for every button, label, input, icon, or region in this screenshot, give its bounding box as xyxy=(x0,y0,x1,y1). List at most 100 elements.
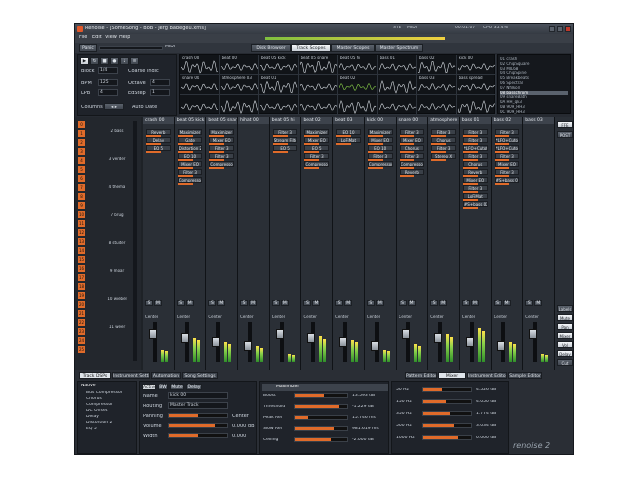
sequence-slot-number[interactable]: 4 xyxy=(78,157,85,164)
mute-icon[interactable]: M xyxy=(249,300,258,306)
mute-icon[interactable]: M xyxy=(375,300,384,306)
editor-tab[interactable]: Mixer xyxy=(438,372,466,379)
eq-band-slider[interactable] xyxy=(422,411,472,416)
track-header[interactable]: bass 02 xyxy=(491,117,523,124)
scope-cell[interactable]: beat 05 snare xyxy=(298,55,338,75)
volume-fader-knob[interactable] xyxy=(212,337,221,347)
track-header[interactable]: beat 03 xyxy=(333,117,364,124)
sequence-slot-number[interactable]: 25 xyxy=(78,346,85,353)
solo-icon[interactable]: S xyxy=(303,300,312,306)
disk-browser-button[interactable]: Disk Browser xyxy=(251,44,291,52)
sequence-slot-number[interactable]: 15 xyxy=(78,256,85,263)
sequence-slot-number[interactable]: 18 xyxy=(78,283,85,290)
dsp-device-item[interactable]: Delay xyxy=(86,415,99,420)
record-icon[interactable]: ● xyxy=(110,57,119,65)
mixer-option-button[interactable]: Mute xyxy=(557,314,573,321)
mixer-option-button[interactable]: Labels xyxy=(557,305,573,312)
volume-fader-knob[interactable] xyxy=(148,329,157,339)
sequence-pattern-label[interactable]: 4 thema xyxy=(103,185,131,189)
track-header[interactable]: beat 05 hi xyxy=(269,117,301,124)
solo-icon[interactable]: S xyxy=(271,300,280,306)
lower-frame-tab[interactable]: Instrument Settings xyxy=(112,372,150,379)
volume-fader-knob[interactable] xyxy=(402,329,411,339)
maximizer-param-slider[interactable] xyxy=(294,437,348,442)
mixer-option-button[interactable]: Vol xyxy=(557,341,573,348)
scope-cell[interactable]: beat 02 xyxy=(338,75,378,95)
scope-cell[interactable]: bass 02 xyxy=(417,55,457,75)
sequence-slot-number[interactable]: 17 xyxy=(78,274,85,281)
mute-icon[interactable]: M xyxy=(439,300,448,306)
sequence-pattern-label[interactable]: 11 weer xyxy=(103,325,131,329)
lower-frame-tab[interactable]: Automation xyxy=(151,372,181,379)
mute-icon[interactable]: M xyxy=(534,300,543,306)
sequence-slot-number[interactable]: 7 xyxy=(78,184,85,191)
master-scopes-button[interactable]: Master Scopes xyxy=(331,44,375,52)
track-header[interactable]: crash 00 xyxy=(143,117,174,124)
scope-cell[interactable] xyxy=(259,95,299,115)
mute-toggle[interactable]: Mute xyxy=(170,384,184,390)
scope-cell[interactable]: bass 01 xyxy=(377,55,417,75)
volume-fader-knob[interactable] xyxy=(370,341,379,351)
sequence-slot-number[interactable]: 12 xyxy=(78,229,85,236)
track-name-field[interactable]: kick 00 xyxy=(168,392,228,399)
menu-edit[interactable]: Edit xyxy=(92,35,102,40)
sequence-slot-number[interactable]: 16 xyxy=(78,265,85,272)
mixer-option-button[interactable]: Delay xyxy=(557,350,573,357)
mixer-option-button[interactable]: Pan xyxy=(557,323,573,330)
volume-fader-knob[interactable] xyxy=(180,333,189,343)
sequence-pattern-label[interactable]: 8 stuiter xyxy=(103,241,131,245)
scope-cell[interactable] xyxy=(377,75,417,95)
scope-cell[interactable] xyxy=(417,95,457,115)
scope-cell[interactable]: bass spread xyxy=(456,75,496,95)
solo-icon[interactable]: S xyxy=(398,300,407,306)
solo-icon[interactable]: S xyxy=(525,300,534,306)
sequencer-scrollbar[interactable] xyxy=(133,121,137,361)
menu-file[interactable]: File xyxy=(79,35,87,40)
mute-icon[interactable]: M xyxy=(470,300,479,306)
eq-band-slider[interactable] xyxy=(422,435,472,440)
mute-icon[interactable]: M xyxy=(217,300,226,306)
sequence-slot-number[interactable]: 22 xyxy=(78,319,85,326)
scope-cell[interactable]: beat 05 hi xyxy=(338,55,378,75)
scope-cell[interactable]: atmosphere 03 xyxy=(219,75,259,95)
eq-band-slider[interactable] xyxy=(422,423,472,428)
sequence-slot-number[interactable]: 14 xyxy=(78,247,85,254)
bw-toggle[interactable]: BW xyxy=(158,384,168,390)
sequence-slot-number[interactable]: 5 xyxy=(78,166,85,173)
mixer-option-button[interactable]: Mixer xyxy=(557,332,573,339)
track-header[interactable]: beat 02 xyxy=(301,117,333,124)
mute-icon[interactable]: M xyxy=(154,300,162,306)
menu-view[interactable]: View xyxy=(105,35,117,40)
volume-fader-knob[interactable] xyxy=(497,341,506,351)
maximizer-param-slider[interactable] xyxy=(294,426,348,431)
panning-slider[interactable] xyxy=(168,413,228,418)
solo-icon[interactable]: S xyxy=(335,300,344,306)
play-icon[interactable]: ▶ xyxy=(80,57,89,65)
mixer-option-button[interactable]: POST xyxy=(557,131,573,138)
solo-icon[interactable]: S xyxy=(493,300,502,306)
octave-field[interactable]: 4 xyxy=(150,79,170,86)
volume-fader-knob[interactable] xyxy=(529,329,538,339)
block-field[interactable]: 1/4 xyxy=(98,67,118,74)
track-header[interactable]: beat 05 snare xyxy=(206,117,238,124)
menu-help[interactable]: Help xyxy=(119,35,130,40)
loop-icon[interactable]: ↻ xyxy=(90,57,99,65)
mute-icon[interactable]: M xyxy=(185,300,194,306)
scope-cell[interactable]: bass 03 xyxy=(417,75,457,95)
solo-icon[interactable]: S xyxy=(208,300,217,306)
solo-icon[interactable]: S xyxy=(240,300,249,306)
scope-cell[interactable] xyxy=(377,95,417,115)
stop-icon[interactable]: ■ xyxy=(100,57,109,65)
sequence-slot-number[interactable]: 24 xyxy=(78,337,85,344)
volume-fader-knob[interactable] xyxy=(465,337,474,347)
solo-icon[interactable]: S xyxy=(430,300,439,306)
volume-fader-knob[interactable] xyxy=(307,333,316,343)
volume-fader-knob[interactable] xyxy=(243,341,252,351)
sequence-pattern-label[interactable]: 10 wiebel xyxy=(103,297,131,301)
master-spectrum-button[interactable]: Master Spectrum xyxy=(375,44,423,52)
maximizer-param-slider[interactable] xyxy=(294,415,348,420)
solo-icon[interactable]: S xyxy=(176,300,185,306)
mute-icon[interactable]: M xyxy=(280,300,289,306)
sequence-slot-number[interactable]: 9 xyxy=(78,202,85,209)
edstep-field[interactable]: 1 xyxy=(150,89,170,96)
